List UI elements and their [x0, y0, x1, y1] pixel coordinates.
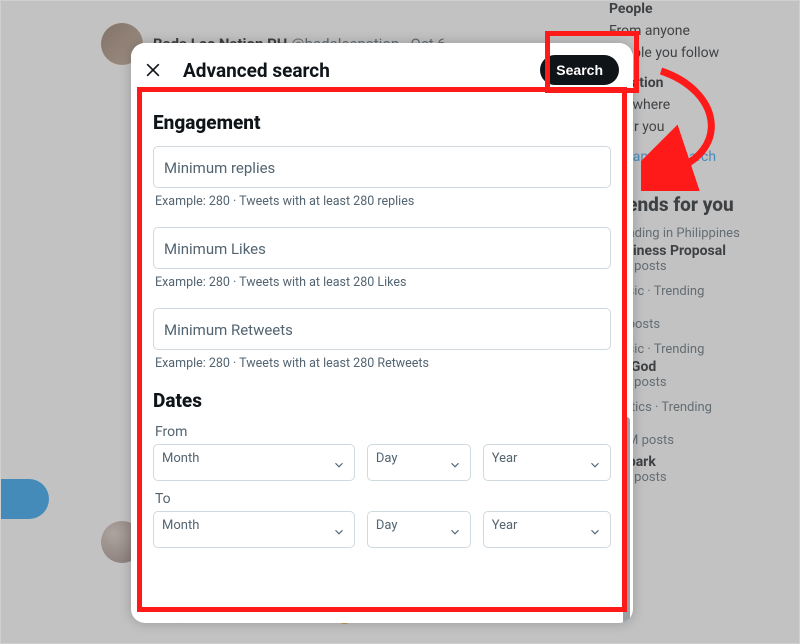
- min-likes-field[interactable]: Minimum Likes: [153, 227, 611, 269]
- from-month-dropdown[interactable]: Month: [153, 444, 355, 481]
- min-replies-field[interactable]: Minimum replies: [153, 146, 611, 188]
- dropdown-label: Year: [492, 451, 518, 466]
- to-year-dropdown[interactable]: Year: [483, 511, 611, 548]
- example-text: Example: 280 · Tweets with at least 280 …: [155, 194, 611, 209]
- from-label: From: [155, 424, 611, 440]
- search-button[interactable]: Search: [540, 55, 619, 85]
- dropdown-label: Day: [376, 451, 398, 466]
- section-title-engagement: Engagement: [153, 111, 611, 134]
- chevron-down-icon: [332, 458, 346, 472]
- scrollbar[interactable]: [623, 417, 630, 623]
- from-date-row: Month Day Year: [153, 444, 611, 481]
- modal-title: Advanced search: [183, 59, 520, 82]
- chevron-down-icon: [588, 458, 602, 472]
- from-year-dropdown[interactable]: Year: [483, 444, 611, 481]
- to-date-row: Month Day Year: [153, 511, 611, 548]
- from-day-dropdown[interactable]: Day: [367, 444, 471, 481]
- example-text: Example: 280 · Tweets with at least 280 …: [155, 356, 611, 371]
- chevron-down-icon: [448, 458, 462, 472]
- field-label: Minimum replies: [164, 159, 600, 177]
- chevron-down-icon: [588, 525, 602, 539]
- dropdown-label: Day: [376, 518, 398, 533]
- example-text: Example: 280 · Tweets with at least 280 …: [155, 275, 611, 290]
- close-icon[interactable]: [143, 60, 163, 80]
- dropdown-label: Month: [162, 518, 199, 533]
- to-day-dropdown[interactable]: Day: [367, 511, 471, 548]
- chevron-down-icon: [448, 525, 462, 539]
- dropdown-label: Year: [492, 518, 518, 533]
- chevron-down-icon: [332, 525, 346, 539]
- advanced-search-modal: Advanced search Search Engagement Minimu…: [131, 43, 633, 623]
- field-label: Minimum Likes: [164, 240, 600, 258]
- section-title-dates: Dates: [153, 389, 611, 412]
- to-month-dropdown[interactable]: Month: [153, 511, 355, 548]
- min-retweets-field[interactable]: Minimum Retweets: [153, 308, 611, 350]
- field-label: Minimum Retweets: [164, 321, 600, 339]
- modal-body: Engagement Minimum replies Example: 280 …: [131, 97, 633, 623]
- to-label: To: [155, 491, 611, 507]
- dropdown-label: Month: [162, 451, 199, 466]
- modal-scroll-area[interactable]: Engagement Minimum replies Example: 280 …: [131, 97, 633, 623]
- modal-header: Advanced search Search: [131, 43, 633, 97]
